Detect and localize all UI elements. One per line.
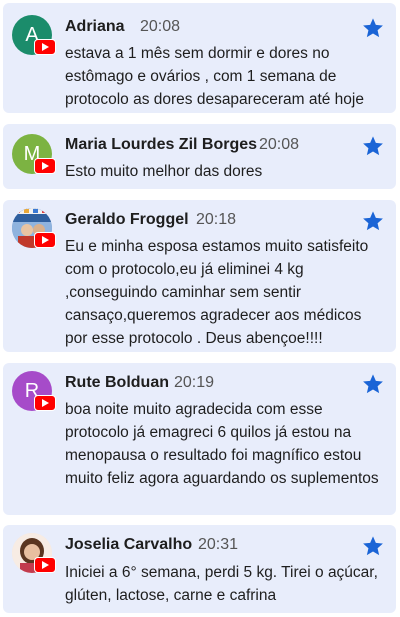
comment-time: 20:19 bbox=[174, 374, 215, 391]
comment-time: 20:08 bbox=[259, 136, 300, 153]
comment-text: estava a 1 mês sem dormir e dores no est… bbox=[65, 45, 364, 108]
star-icon[interactable] bbox=[362, 535, 384, 557]
youtube-icon bbox=[34, 158, 56, 174]
comment-time: 20:08 bbox=[140, 18, 181, 35]
comment-time: 20:31 bbox=[198, 536, 239, 553]
youtube-icon bbox=[34, 557, 56, 573]
comment-text: Esto muito melhor das dores bbox=[65, 163, 263, 180]
comment-text: Eu e minha esposa estamos muito satisfei… bbox=[65, 238, 369, 347]
star-icon[interactable] bbox=[362, 135, 384, 157]
comment-feed: A Adriana 20:08 estava a 1 mês sem dormi… bbox=[0, 0, 400, 617]
star-icon[interactable] bbox=[362, 373, 384, 395]
comment-author[interactable]: Joselia Carvalho bbox=[65, 536, 192, 554]
comment-text: Iniciei a 6° semana, perdi 5 kg. Tirei o… bbox=[65, 564, 378, 604]
comment-time: 20:18 bbox=[196, 211, 237, 228]
comment-author[interactable]: Adriana bbox=[65, 18, 125, 36]
comment-card: A Adriana 20:08 estava a 1 mês sem dormi… bbox=[3, 3, 396, 113]
youtube-icon bbox=[34, 395, 56, 411]
star-icon[interactable] bbox=[362, 210, 384, 232]
comment-card: R Rute Bolduan 20:19 boa noite muito agr… bbox=[3, 363, 396, 515]
youtube-icon bbox=[34, 39, 56, 55]
comment-author[interactable]: Rute Bolduan bbox=[65, 374, 169, 392]
comment-card: Joselia Carvalho 20:31 Iniciei a 6° sema… bbox=[3, 525, 396, 613]
youtube-icon bbox=[34, 232, 56, 248]
comment-author[interactable]: Geraldo Froggel bbox=[65, 211, 189, 229]
comment-author[interactable]: Maria Lourdes Zil Borges bbox=[65, 136, 257, 154]
comment-card: Geraldo Froggel 20:18 Eu e minha esposa … bbox=[3, 200, 396, 352]
comment-card: M Maria Lourdes Zil Borges 20:08 Esto mu… bbox=[3, 124, 396, 189]
comment-text: boa noite muito agradecida com esse prot… bbox=[65, 401, 379, 487]
star-icon[interactable] bbox=[362, 17, 384, 39]
